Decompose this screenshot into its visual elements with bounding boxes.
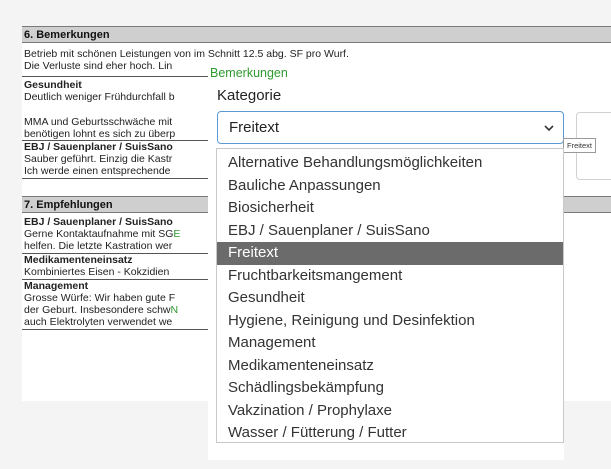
ebj-heading: EBJ / Sauenplaner / SuisSano [24,216,173,228]
chevron-down-icon [543,121,555,139]
kategorie-option[interactable]: Management [217,332,563,355]
tooltip: Freitext [563,138,597,153]
kategorie-select[interactable]: Freitext [217,111,564,144]
management-text: Grosse Würfe: Wir haben gute F [24,292,176,304]
gesundheit-text: benötigen lohnt es sich zu überp [24,128,176,140]
kategorie-option[interactable]: Biosicherheit [217,197,563,220]
kategorie-option[interactable]: Hygiene, Reinigung und Desinfektion [217,310,563,333]
divider [22,178,217,179]
divider [22,76,217,77]
management-text-green: N [170,304,179,316]
kategorie-option[interactable]: Wasser / Fütterung / Futter [217,422,563,445]
kategorie-option[interactable]: Fruchtbarkeitsmangement [217,265,563,288]
kategorie-option[interactable]: Medikamenteneinsatz [217,355,563,378]
gesundheit-heading: Gesundheit [24,79,82,91]
kategorie-selected-value: Freitext [229,119,280,136]
section-6-text: Betrieb mit schönen Leistungen von im Sc… [24,48,349,60]
section-6-header: 6. Bemerkungen [22,26,611,43]
management-text: der Geburt. Insbesondere schwN [24,304,178,316]
ebj-text: Ich werde einen entsprechende [24,165,171,177]
kategorie-option[interactable]: Bauliche Anpassungen [217,175,563,198]
kategorie-options-list: Alternative Behandlungsmöglichkeiten Baul… [216,148,564,443]
ebj-text-green: E [173,228,181,240]
medikamente-text: Kombiniertes Eisen - Kokzidien [24,266,170,278]
divider [22,329,217,330]
kategorie-option[interactable]: Freitext [217,242,563,265]
popup-title: Bemerkungen [210,66,288,80]
gesundheit-text: MMA und Geburtsschwäche mit [24,116,173,128]
kategorie-option[interactable]: Schädlingsbekämpfung [217,377,563,400]
kategorie-label: Kategorie [217,87,282,104]
ebj-text: Gerne Kontaktaufnahme mit SGE [24,228,180,240]
gesundheit-text: Deutlich weniger Frühdurchfall b [24,91,175,103]
ebj-heading: EBJ / Sauenplaner / SuisSano [24,141,173,153]
medikamente-heading: Medikamenteneinsatz [24,254,133,266]
ebj-text: helfen. Die letzte Kastration wer [24,240,173,252]
management-heading: Management [24,280,89,292]
kategorie-option[interactable]: Vakzination / Prophylaxe [217,400,563,423]
management-text: auch Elektrolyten verwendet we [24,316,173,328]
section-6-text: Die Verluste sind eher hoch. Lin [24,60,173,72]
kategorie-option[interactable]: Gesundheit [217,287,563,310]
ebj-text: Sauber geführt. Einzig die Kastr [24,153,173,165]
ebj-text-part: Gerne Kontaktaufnahme mit SG [24,228,174,240]
kategorie-option[interactable]: Alternative Behandlungsmöglichkeiten [217,152,563,175]
kategorie-option[interactable]: EBJ / Sauenplaner / SuisSano [217,220,563,243]
management-text-part: der Geburt. Insbesondere schw [24,304,171,316]
